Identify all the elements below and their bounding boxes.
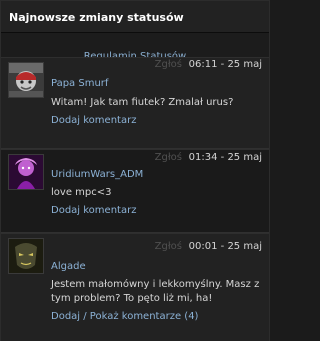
status-widget: Najnowsze zmiany statusów Regulamin Stat… <box>0 0 270 341</box>
status-author[interactable]: Algade <box>51 261 86 272</box>
status-item: Zgłoś 01:34 - 25 maj UridiumWars_ADM lov… <box>1 149 269 233</box>
status-message: love mpc<3 <box>51 187 112 198</box>
status-item: Zgłoś 00:01 - 25 maj Algade Jestem małom… <box>1 233 269 341</box>
show-comments-link[interactable]: Dodaj / Pokaż komentarze (4) <box>51 311 198 322</box>
add-comment-link[interactable]: Dodaj komentarz <box>51 115 136 126</box>
rules-row: Regulamin Statusów <box>1 33 269 62</box>
status-message: Jestem małomówny i lekkomyślny. Masz z t… <box>51 279 260 304</box>
widget-title: Najnowsze zmiany statusów <box>9 11 184 24</box>
status-time: 01:34 - 25 maj <box>188 152 262 163</box>
status-item: Zgłoś 06:11 - 25 maj Papa Smurf Witam! J… <box>1 57 269 149</box>
status-author[interactable]: UridiumWars_ADM <box>51 169 143 180</box>
avatar-icon[interactable] <box>8 62 44 98</box>
status-time: 06:11 - 25 maj <box>188 59 262 70</box>
report-link[interactable]: Zgłoś <box>155 241 182 252</box>
status-author[interactable]: Papa Smurf <box>51 78 108 89</box>
report-link[interactable]: Zgłoś <box>155 152 182 163</box>
avatar-icon[interactable] <box>8 238 44 274</box>
avatar-icon[interactable] <box>8 154 44 190</box>
widget-header: Najnowsze zmiany statusów <box>1 1 269 33</box>
report-link[interactable]: Zgłoś <box>155 59 182 70</box>
status-message: Witam! Jak tam fiutek? Zmalał urus? <box>51 97 234 108</box>
add-comment-link[interactable]: Dodaj komentarz <box>51 205 136 216</box>
status-time: 00:01 - 25 maj <box>188 241 262 252</box>
